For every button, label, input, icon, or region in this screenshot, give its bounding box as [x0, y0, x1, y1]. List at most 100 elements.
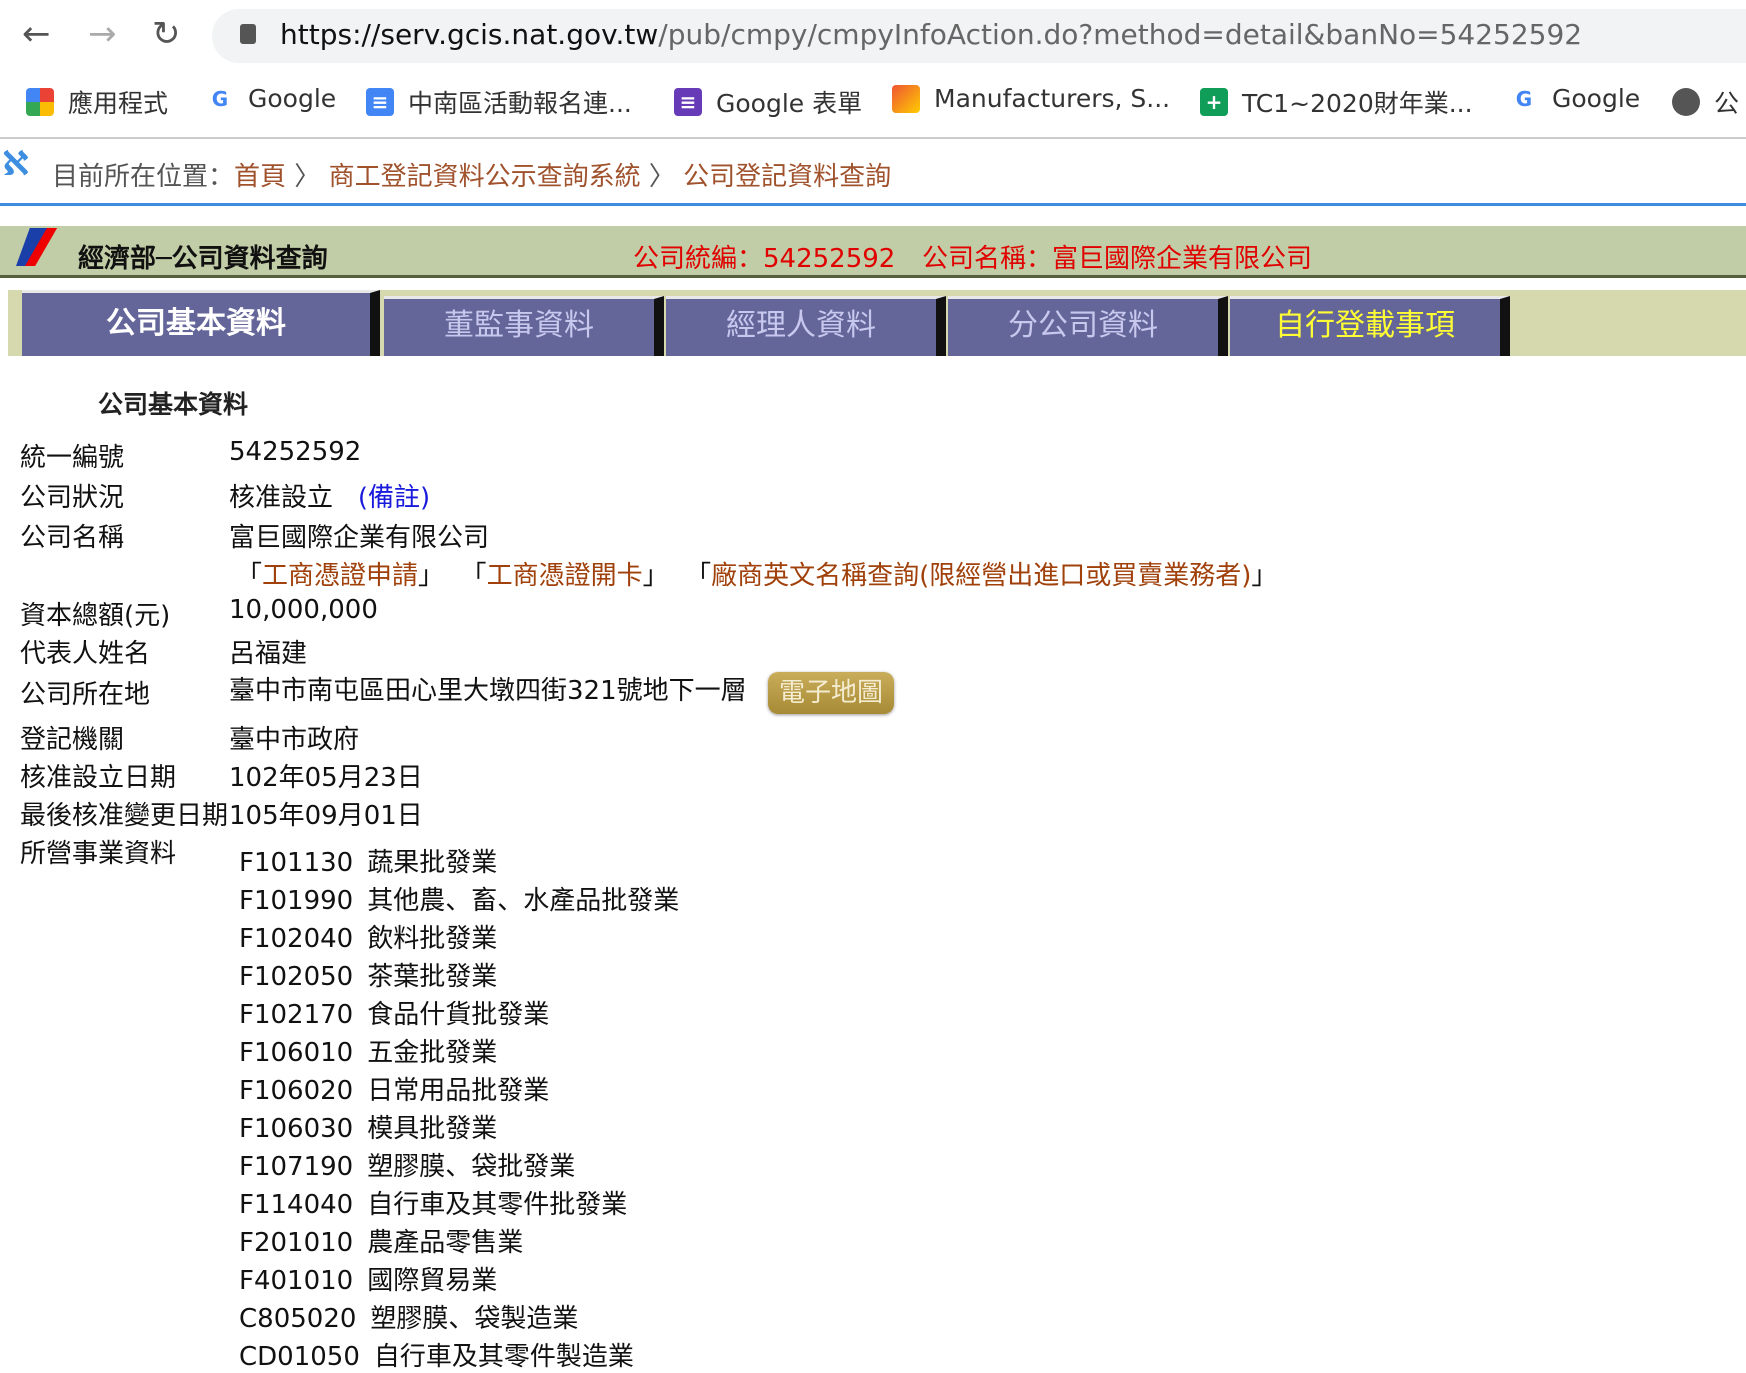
breadcrumb-home[interactable]: 首頁 [234, 162, 286, 192]
apps-grid-icon [26, 88, 54, 116]
label-approved-date: 核准設立日期 [20, 763, 177, 793]
business-item: F106030 模具批發業 [239, 1108, 497, 1145]
label-changed-date: 最後核准變更日期 [20, 801, 229, 831]
business-name: 飲料批發業 [367, 924, 498, 954]
globe-icon [1672, 88, 1700, 116]
breadcrumb-system[interactable]: 商工登記資料公示查詢系統 [329, 162, 641, 192]
breadcrumb-separator: 〉 [294, 162, 321, 192]
business-code: CD01050 [239, 1342, 360, 1372]
english-name-link[interactable]: 廠商英文名稱查詢(限經營出進口或買賣業務者) [711, 561, 1251, 591]
business-name: 五金批發業 [367, 1038, 498, 1068]
business-name: 自行車及其零件製造業 [373, 1342, 634, 1372]
status-note-link[interactable]: (備註) [358, 483, 430, 513]
business-item: F102170 食品什貨批發業 [239, 994, 549, 1031]
business-name: 茶葉批發業 [367, 962, 498, 992]
business-item: F101130 蔬果批發業 [239, 842, 497, 879]
back-button[interactable]: ← [22, 14, 51, 54]
business-name: 模具批發業 [367, 1114, 498, 1144]
label-ban: 統一編號 [20, 443, 125, 473]
label-authority: 登記機關 [20, 725, 125, 755]
bookmark-docs[interactable]: ≡ 中南區活動報名連... [366, 84, 632, 120]
tab-basic-info[interactable]: 公司基本資料 [22, 290, 380, 356]
tab-branches[interactable]: 分公司資料 [948, 296, 1228, 356]
google-icon: G [1515, 86, 1533, 111]
business-item: C805020 塑膠膜、袋製造業 [239, 1298, 578, 1335]
business-name: 其他農、畜、水產品批發業 [367, 886, 680, 916]
tab-managers[interactable]: 經理人資料 [666, 296, 946, 356]
cert-activate-link[interactable]: 工商憑證開卡 [487, 561, 643, 591]
business-code: F107190 [239, 1152, 354, 1182]
business-code: F102040 [239, 924, 354, 954]
business-item: F101990 其他農、畜、水產品批發業 [239, 880, 679, 917]
business-item: F102040 飲料批發業 [239, 918, 497, 955]
business-name: 塑膠膜、袋批發業 [367, 1152, 576, 1182]
bookmark-google[interactable]: G Google [206, 84, 336, 113]
forward-button[interactable]: → [88, 14, 117, 54]
value-approved-date: 102年05月23日 [229, 763, 423, 793]
label-capital: 資本總額(元) [20, 601, 171, 631]
site-logo-icon: ℵ [2, 144, 29, 184]
breadcrumb-separator: 〉 [648, 162, 675, 192]
bookmark-tc1[interactable]: + TC1~2020財年業... [1200, 84, 1473, 120]
lock-icon [240, 24, 256, 44]
business-name: 食品什貨批發業 [367, 1000, 550, 1030]
business-item: F201010 農產品零售業 [239, 1222, 523, 1259]
label-address: 公司所在地 [20, 680, 151, 710]
value-changed-date: 105年09月01日 [229, 801, 423, 831]
business-name: 自行車及其零件批發業 [367, 1190, 628, 1220]
toolbar-divider [0, 137, 1746, 139]
breadcrumb: 目前所在位置：首頁 〉 商工登記資料公示查詢系統 〉 公司登記資料查詢 [52, 156, 891, 193]
name-links: 「工商憑證申請」 「工商憑證開卡」 「廠商英文名稱查詢(限經營出進口或買賣業務者… [236, 561, 1278, 591]
business-item: F102050 茶葉批發業 [239, 956, 497, 993]
map-button[interactable]: 電子地圖 [768, 672, 894, 714]
sheets-plus-icon: + [1200, 88, 1228, 116]
cert-apply-link[interactable]: 工商憑證申請 [262, 561, 418, 591]
business-code: F114040 [239, 1190, 354, 1220]
business-name: 農產品零售業 [367, 1228, 524, 1258]
status-text: 核准設立 [229, 483, 334, 513]
business-item: F107190 塑膠膜、袋批發業 [239, 1146, 575, 1183]
business-item: F114040 自行車及其零件批發業 [239, 1184, 627, 1221]
value-authority: 臺中市政府 [229, 725, 360, 755]
business-code: F106020 [239, 1076, 354, 1106]
header-ban: 公司統編：54252592 [633, 244, 896, 274]
bookmark-apps[interactable]: 應用程式 [26, 84, 168, 120]
breadcrumb-prefix: 目前所在位置： [52, 162, 235, 192]
site-icon [892, 84, 920, 113]
business-name: 蔬果批發業 [367, 848, 498, 878]
business-code: F201010 [239, 1228, 354, 1258]
header-company-name: 公司名稱：富巨國際企業有限公司 [922, 244, 1313, 274]
tab-directors[interactable]: 董監事資料 [384, 296, 664, 356]
business-item: F106020 日常用品批發業 [239, 1070, 549, 1107]
business-code: F106010 [239, 1038, 354, 1068]
tab-self-disclosure[interactable]: 自行登載事項 [1230, 296, 1510, 356]
url-text[interactable]: https://serv.gcis.nat.gov.tw/pub/cmpy/cm… [280, 18, 1582, 51]
google-icon: G [211, 86, 229, 111]
business-item: F106010 五金批發業 [239, 1032, 497, 1069]
label-name: 公司名稱 [20, 523, 125, 553]
business-item: CD01050 自行車及其零件製造業 [239, 1336, 634, 1373]
business-item: F401010 國際貿易業 [239, 1260, 497, 1297]
breadcrumb-company-query[interactable]: 公司登記資料查詢 [683, 162, 891, 192]
business-code: F102170 [239, 1000, 354, 1030]
forms-icon: ≡ [674, 88, 702, 116]
business-code: F101130 [239, 848, 354, 878]
divider [0, 203, 1746, 206]
docs-icon: ≡ [366, 88, 394, 116]
reload-button[interactable]: ↻ [152, 14, 181, 54]
header-title: 經濟部─公司資料查詢 [78, 244, 328, 274]
bookmark-manufacturers[interactable]: Manufacturers, S... [892, 84, 1170, 113]
value-status: 核准設立 (備註) [229, 477, 430, 514]
business-name: 國際貿易業 [367, 1266, 498, 1296]
bookmark-globe[interactable]: 公 [1672, 84, 1739, 120]
business-name: 日常用品批發業 [367, 1076, 550, 1106]
value-ban: 54252592 [229, 437, 362, 467]
business-code: F106030 [239, 1114, 354, 1144]
section-title: 公司基本資料 [98, 390, 249, 419]
bookmark-google-2[interactable]: G Google [1510, 84, 1640, 113]
bookmark-forms[interactable]: ≡ Google 表單 [674, 84, 862, 120]
business-name: 塑膠膜、袋製造業 [370, 1304, 579, 1334]
label-representative: 代表人姓名 [20, 639, 151, 669]
business-code: F401010 [239, 1266, 354, 1296]
business-code: F101990 [239, 886, 354, 916]
